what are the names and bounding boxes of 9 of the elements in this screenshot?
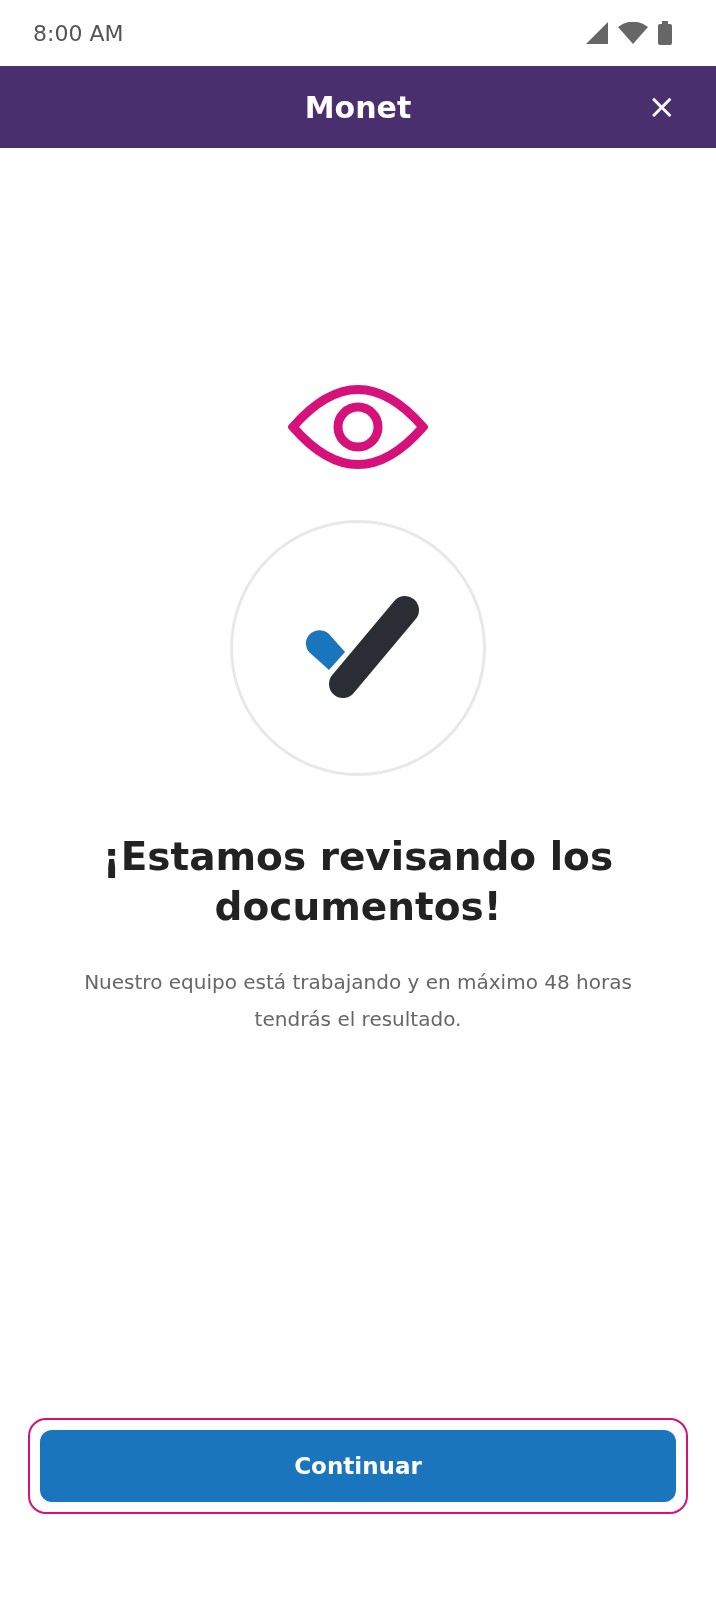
message: Nuestro equipo está trabajando y en máximo 48 horas tendrás el resultado. <box>83 969 633 1033</box>
status-time: 8:00 AM <box>33 20 124 46</box>
app-title: Monet <box>304 89 412 125</box>
continue-button[interactable]: Continuar <box>40 1430 676 1502</box>
signal-icon <box>586 22 608 44</box>
close-button[interactable]: × <box>647 88 676 124</box>
heading: ¡Estamos revisando los documentos! <box>101 833 615 931</box>
wifi-icon <box>618 22 648 44</box>
battery-icon <box>658 21 672 45</box>
